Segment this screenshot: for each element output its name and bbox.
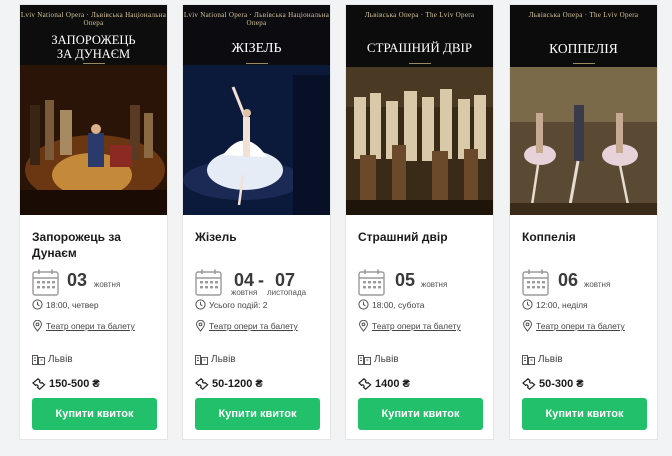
poster-title: ЗАПОРОЖЕЦЬ ЗА ДУНАЄМ	[51, 33, 136, 62]
poster-brand: Lviv National Opera · Львівська Націонал…	[183, 11, 330, 27]
event-card[interactable]: Львівська Опера · The Lviv Opera КОППЕЛІ…	[509, 4, 658, 440]
poster-brand: Lviv National Opera · Львівська Націонал…	[20, 11, 167, 27]
event-card[interactable]: Lviv National Opera · Львівська Націонал…	[182, 4, 331, 440]
clock-icon	[195, 299, 206, 310]
event-month-end: листопада	[267, 288, 307, 297]
poster-title: ЖІЗЕЛЬ	[231, 41, 282, 56]
event-city-text: Львів	[211, 354, 236, 365]
event-date: 05 жовтня	[358, 269, 488, 297]
clock-icon	[522, 299, 533, 310]
ticket-icon	[522, 378, 536, 390]
event-venue: Театр опери та балету	[358, 320, 488, 332]
event-venue: Театр опери та балету	[522, 320, 652, 332]
date-range-dash: -	[258, 270, 264, 290]
event-venue: Театр опери та балету	[32, 320, 162, 332]
ticket-icon	[358, 378, 372, 390]
event-city-text: Львів	[48, 354, 73, 365]
poster-brand: Львівська Опера · The Lviv Opera	[528, 11, 639, 19]
poster-brand: Львівська Опера · The Lviv Opera	[364, 11, 475, 19]
event-poster[interactable]: Lviv National Opera · Львівська Націонал…	[20, 5, 167, 215]
buy-ticket-button[interactable]: Купити квиток	[32, 398, 157, 430]
venue-link[interactable]: Театр опери та балету	[209, 321, 298, 331]
event-month: жовтня	[231, 288, 258, 297]
city-buildings-icon	[195, 355, 208, 365]
event-day: 03	[67, 270, 88, 290]
poster-title: КОППЕЛІЯ	[549, 41, 618, 56]
poster-title: СТРАШНИЙ ДВІР	[366, 40, 473, 55]
calendar-icon	[195, 269, 222, 296]
event-date: 06 жовтня	[522, 269, 652, 297]
clock-icon	[32, 299, 43, 310]
event-day: 06	[558, 270, 579, 290]
event-date: 04 - жовтня 07 листопада	[195, 269, 325, 297]
event-card[interactable]: Lviv National Opera · Львівська Націонал…	[19, 4, 168, 440]
venue-link[interactable]: Театр опери та балету	[46, 321, 135, 331]
map-pin-icon	[32, 320, 43, 332]
city-buildings-icon	[522, 355, 535, 365]
event-city-text: Львів	[374, 354, 399, 365]
event-time-text: 12:00, неділя	[536, 300, 588, 310]
calendar-icon	[358, 269, 385, 296]
city-buildings-icon	[358, 355, 371, 365]
event-card[interactable]: Львівська Опера · The Lviv Opera СТРАШНИ…	[345, 4, 494, 440]
poster-rule	[408, 63, 431, 64]
event-month: жовтня	[421, 280, 448, 289]
event-price-text: 1400 ₴	[375, 378, 410, 390]
event-poster[interactable]: Львівська Опера · The Lviv Opera СТРАШНИ…	[346, 5, 493, 215]
poster-image	[346, 5, 493, 215]
buy-ticket-button[interactable]: Купити квиток	[195, 398, 320, 430]
ticket-icon	[195, 378, 209, 390]
map-pin-icon	[358, 320, 369, 332]
event-price-text: 50-1200 ₴	[212, 378, 263, 390]
ticket-icon	[32, 378, 46, 390]
event-title[interactable]: Страшний двір	[358, 229, 486, 245]
clock-icon	[358, 299, 369, 310]
poster-rule	[245, 63, 268, 64]
poster-rule	[572, 63, 595, 64]
event-month: жовтня	[94, 280, 121, 289]
event-title[interactable]: Коппелія	[522, 229, 650, 245]
event-time-text: 18:00, четвер	[46, 300, 99, 310]
event-price-text: 150-500 ₴	[49, 378, 100, 390]
poster-rule	[82, 63, 105, 64]
event-city-text: Львів	[538, 354, 563, 365]
event-title[interactable]: Жізель	[195, 229, 323, 245]
event-time-text: Усього подій: 2	[209, 300, 268, 310]
city-buildings-icon	[32, 355, 45, 365]
buy-ticket-button[interactable]: Купити квиток	[358, 398, 483, 430]
calendar-icon	[32, 269, 59, 296]
event-month: жовтня	[584, 280, 611, 289]
map-pin-icon	[195, 320, 206, 332]
event-time-text: 18:00, субота	[372, 300, 425, 310]
event-venue: Театр опери та балету	[195, 320, 325, 332]
event-date: 03 жовтня	[32, 269, 162, 297]
buy-ticket-button[interactable]: Купити квиток	[522, 398, 647, 430]
venue-link[interactable]: Театр опери та балету	[372, 321, 461, 331]
event-poster[interactable]: Lviv National Opera · Львівська Націонал…	[183, 5, 330, 215]
poster-image	[510, 5, 657, 215]
calendar-icon	[522, 269, 549, 296]
map-pin-icon	[522, 320, 533, 332]
poster-image	[183, 5, 330, 215]
event-day: 05	[395, 270, 416, 290]
event-poster[interactable]: Львівська Опера · The Lviv Opera КОППЕЛІ…	[510, 5, 657, 215]
venue-link[interactable]: Театр опери та балету	[536, 321, 625, 331]
event-price-text: 50-300 ₴	[539, 378, 584, 390]
event-title[interactable]: Запорожець за Дунаєм	[32, 229, 160, 261]
